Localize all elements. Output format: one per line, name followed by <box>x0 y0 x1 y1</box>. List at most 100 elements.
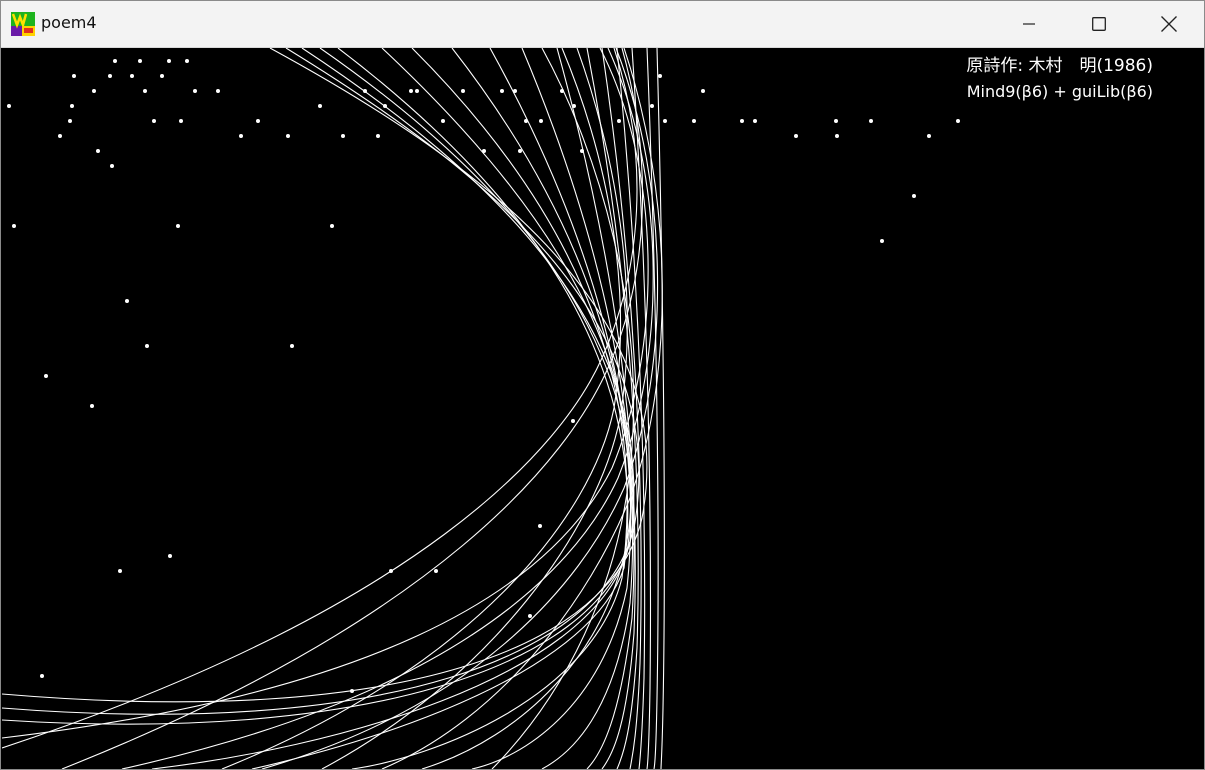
poem4-app-icon[interactable] <box>11 12 35 36</box>
star-dot <box>880 239 884 243</box>
curve-strand <box>491 48 635 769</box>
curve-strand <box>151 48 632 769</box>
star-dot <box>740 119 744 123</box>
star-dot <box>580 149 584 153</box>
star-dot <box>538 524 542 528</box>
star-dot <box>152 119 156 123</box>
star-dot <box>72 74 76 78</box>
minimize-button[interactable] <box>994 1 1064 47</box>
star-dot <box>912 194 916 198</box>
star-dot <box>956 119 960 123</box>
star-dot <box>179 119 183 123</box>
star-dot <box>113 59 117 63</box>
star-dot <box>92 89 96 93</box>
star-dot <box>513 89 517 93</box>
star-dot <box>834 119 838 123</box>
star-dot <box>239 134 243 138</box>
close-icon <box>1161 16 1177 32</box>
curve-strands <box>2 48 665 769</box>
star-dot <box>160 74 164 78</box>
maximize-button[interactable] <box>1064 1 1134 47</box>
star-dot <box>560 89 564 93</box>
star-dot <box>318 104 322 108</box>
star-dot <box>256 119 260 123</box>
star-dot <box>518 149 522 153</box>
curve-strand <box>2 48 640 715</box>
close-button[interactable] <box>1134 1 1204 47</box>
curve-strand <box>2 48 648 703</box>
star-dot <box>753 119 757 123</box>
star-dot <box>185 59 189 63</box>
star-dot <box>7 104 11 108</box>
star-dot <box>143 89 147 93</box>
star-dot <box>571 419 575 423</box>
maximize-icon <box>1092 17 1106 31</box>
star-dot <box>500 89 504 93</box>
star-dot <box>617 119 621 123</box>
star-dot <box>108 74 112 78</box>
star-dot <box>167 59 171 63</box>
star-dot <box>658 74 662 78</box>
star-dot <box>193 89 197 93</box>
line-art-drawing <box>2 48 960 769</box>
curve-strand <box>221 48 622 769</box>
curve-strand <box>61 48 644 769</box>
curve-strand <box>381 48 663 769</box>
star-dot <box>145 344 149 348</box>
star-dot <box>70 104 74 108</box>
star-dot <box>650 104 654 108</box>
star-dot <box>12 224 16 228</box>
star-dot <box>96 149 100 153</box>
star-dot <box>125 299 129 303</box>
star-dot <box>138 59 142 63</box>
star-dot <box>482 149 486 153</box>
star-dot <box>692 119 696 123</box>
app-window: poem4 原詩作: 木村 明(1986) Mind9(β6) + guiLib… <box>0 0 1205 770</box>
star-dot <box>290 344 294 348</box>
title-bar[interactable]: poem4 <box>1 1 1204 48</box>
star-dot <box>409 89 413 93</box>
star-dot <box>58 134 62 138</box>
star-dot <box>383 104 387 108</box>
star-dot <box>701 89 705 93</box>
star-dot <box>434 569 438 573</box>
original-poem-credit: 原詩作: 木村 明(1986) <box>966 56 1153 76</box>
star-dot <box>68 119 72 123</box>
star-dot <box>389 569 393 573</box>
star-dot <box>130 74 134 78</box>
star-dot <box>415 89 419 93</box>
star-dot <box>118 569 122 573</box>
star-dot <box>441 119 445 123</box>
curve-strand <box>489 48 634 769</box>
star-dot <box>528 614 532 618</box>
star-dot <box>286 134 290 138</box>
star-dot <box>794 134 798 138</box>
star-dot <box>341 134 345 138</box>
star-dot <box>216 89 220 93</box>
curve-strand <box>121 48 654 769</box>
star-dot <box>835 134 839 138</box>
minimize-icon <box>1023 23 1035 25</box>
curve-strand <box>351 48 628 769</box>
star-dot <box>168 554 172 558</box>
star-dot <box>869 119 873 123</box>
star-dot <box>363 89 367 93</box>
star-dot <box>927 134 931 138</box>
star-dot <box>44 374 48 378</box>
star-dot <box>40 674 44 678</box>
window-title: poem4 <box>41 13 97 32</box>
star-dot <box>90 404 94 408</box>
star-dot <box>110 164 114 168</box>
star-dot <box>350 689 354 693</box>
star-dot <box>524 119 528 123</box>
software-credit: Mind9(β6) + guiLib(β6) <box>966 82 1153 101</box>
curve-strand <box>556 48 636 769</box>
curve-strand <box>321 48 628 769</box>
star-dot <box>572 104 576 108</box>
star-dot <box>376 134 380 138</box>
star-dot <box>176 224 180 228</box>
star-dot <box>461 89 465 93</box>
poem-canvas[interactable]: 原詩作: 木村 明(1986) Mind9(β6) + guiLib(β6) <box>2 48 1203 769</box>
star-dot <box>539 119 543 123</box>
star-dot <box>663 119 667 123</box>
